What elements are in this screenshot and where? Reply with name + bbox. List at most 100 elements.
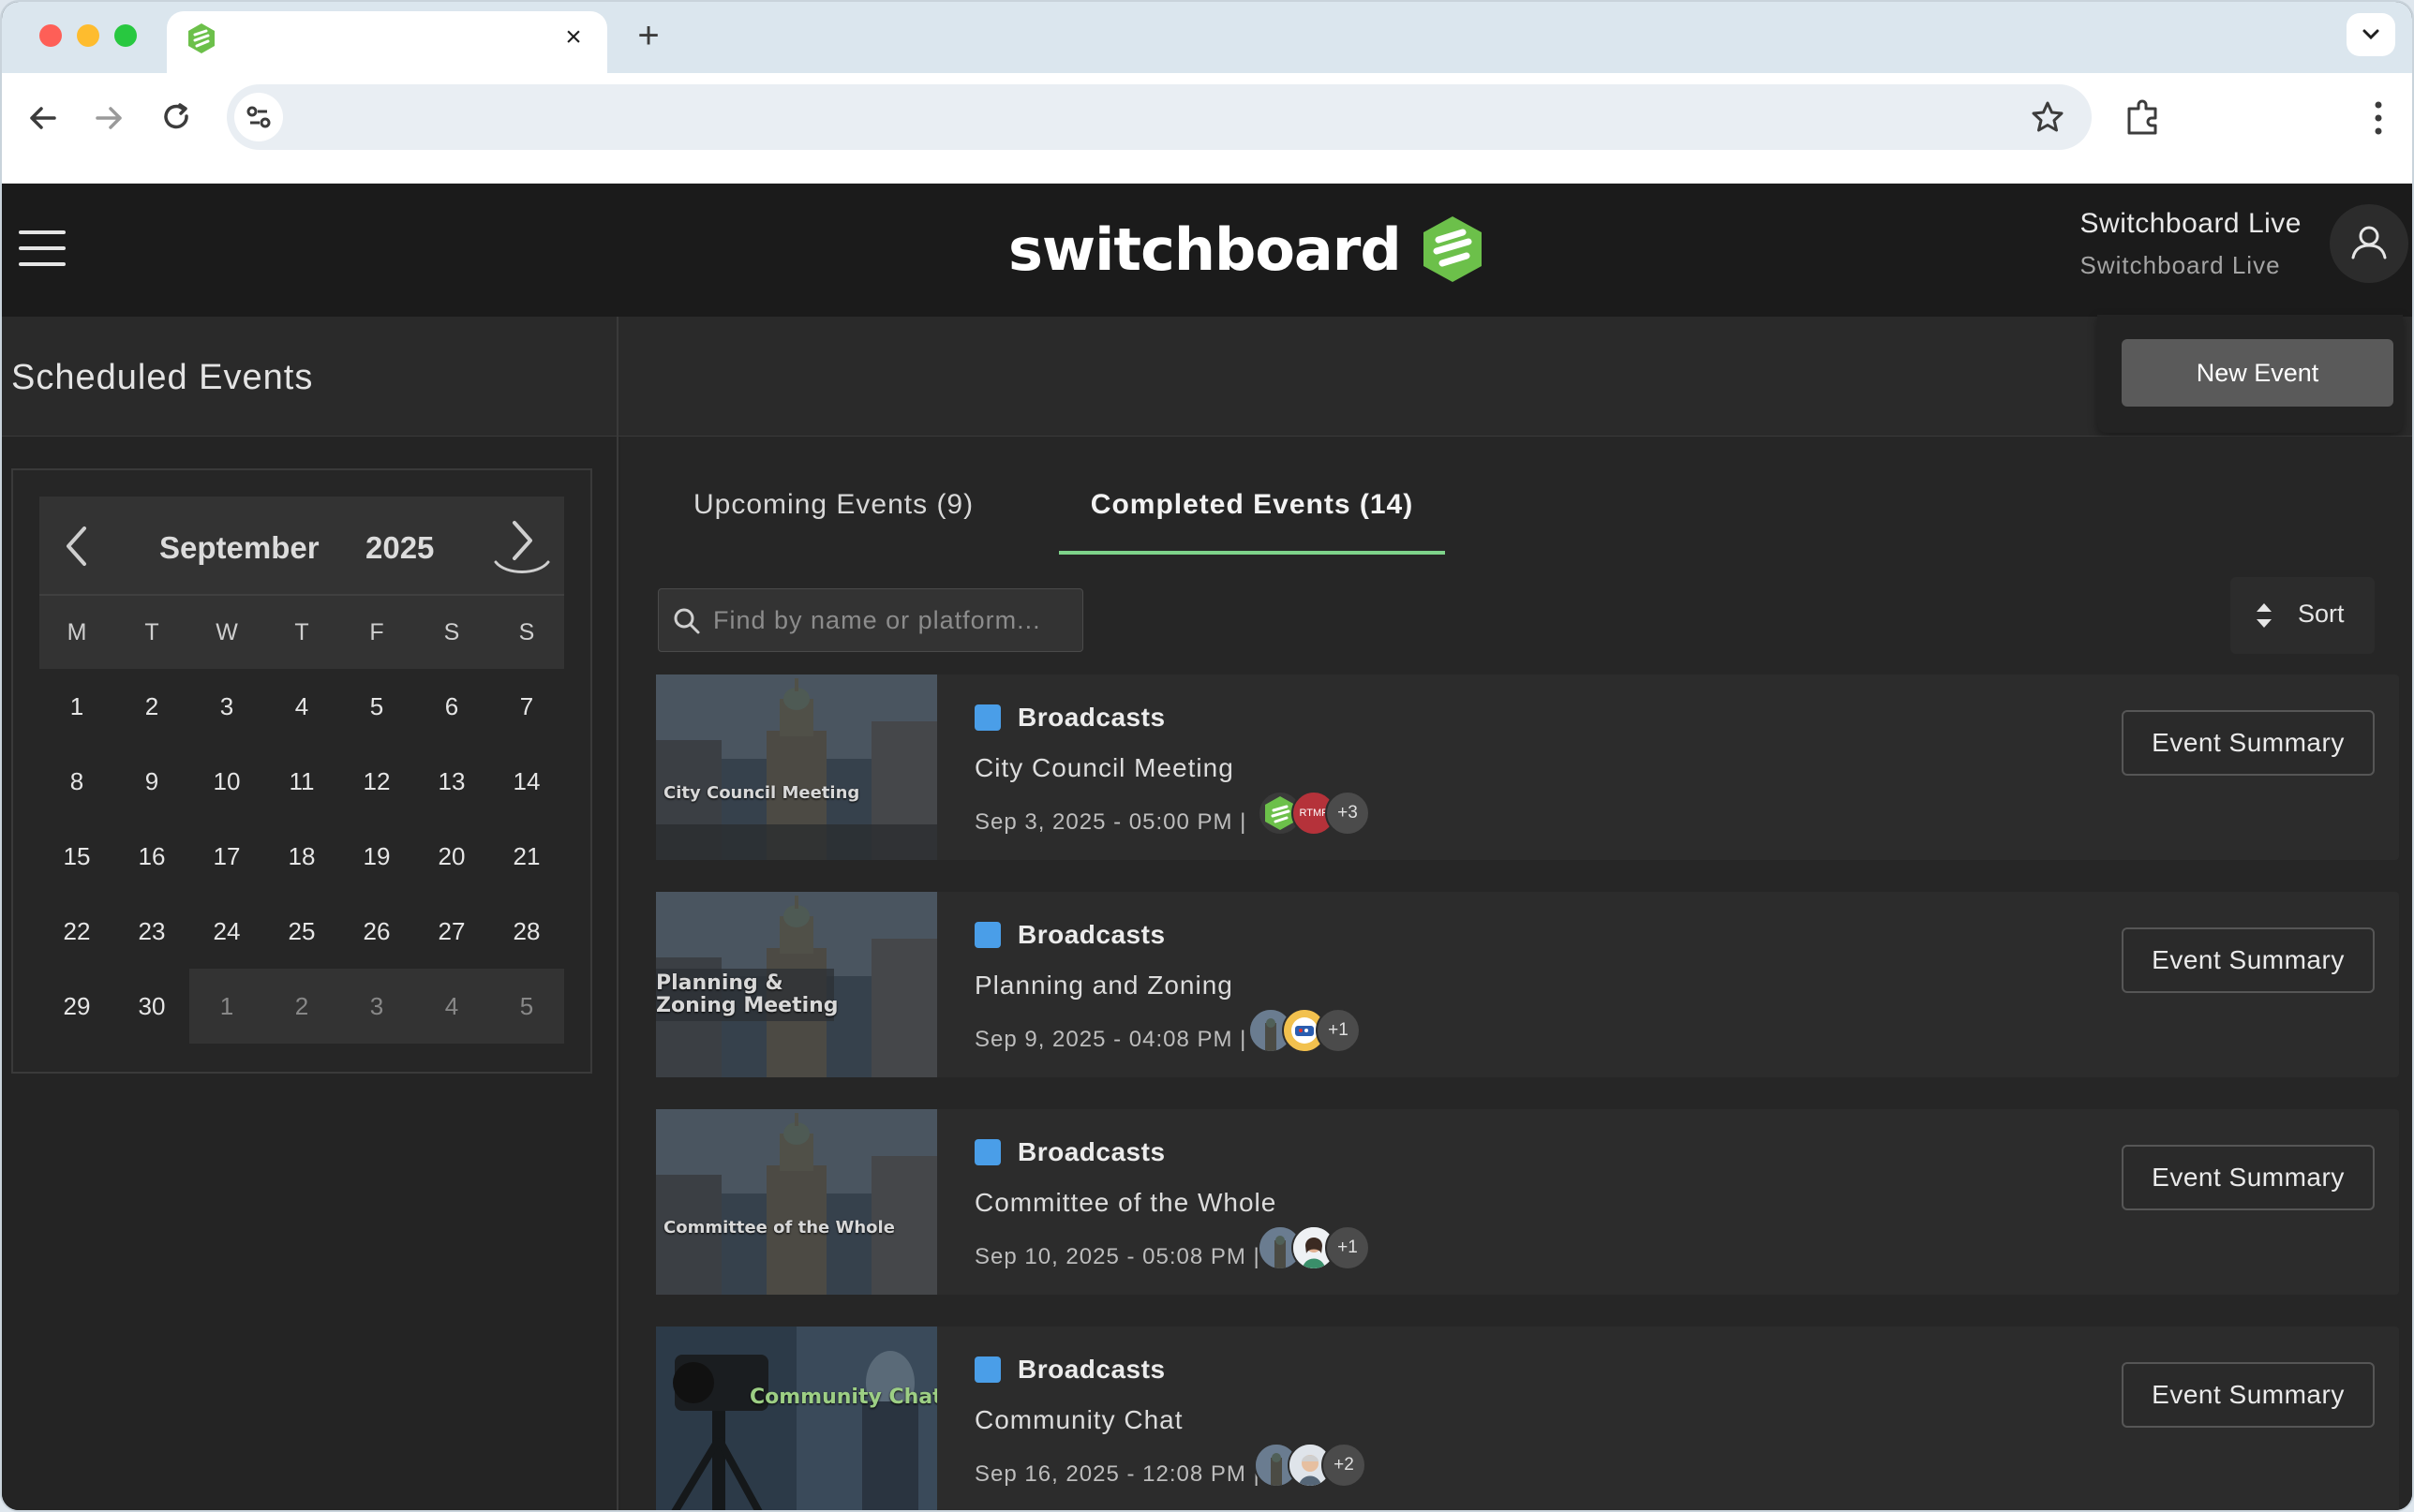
more-destinations-badge[interactable]: +1 [1325, 1225, 1370, 1270]
calendar-day-next-month[interactable]: 4 [414, 969, 489, 1044]
sort-icon [2257, 603, 2272, 628]
calendar-day[interactable]: 18 [264, 819, 339, 894]
user-info[interactable]: Switchboard Live Switchboard Live [2080, 208, 2302, 280]
event-date: Sep 3, 2025 - 05:00 PM | [975, 809, 1247, 835]
sort-button[interactable]: Sort [2230, 577, 2375, 654]
calendar-day[interactable]: 21 [489, 819, 564, 894]
chevron-right-icon[interactable] [489, 513, 555, 579]
event-name[interactable]: Community Chat [975, 1405, 1184, 1435]
user-account-button[interactable] [2330, 204, 2408, 283]
event-card[interactable]: City Council Meeting Broadcasts City Cou… [656, 674, 2399, 860]
event-name[interactable]: Planning and Zoning [975, 971, 1233, 1001]
calendar-day[interactable]: 28 [489, 894, 564, 969]
event-thumbnail[interactable]: Planning & Zoning Meeting [656, 892, 937, 1077]
minimize-window-button[interactable] [77, 24, 99, 47]
event-card[interactable]: Committee of the Whole Broadcasts Commit… [656, 1109, 2399, 1295]
event-card[interactable]: Planning & Zoning Meeting Broadcasts Pla… [656, 892, 2399, 1077]
calendar-day[interactable]: 1 [39, 669, 114, 744]
calendar-day[interactable]: 8 [39, 744, 114, 819]
event-summary-button[interactable]: Event Summary [2122, 710, 2375, 776]
event-name[interactable]: City Council Meeting [975, 753, 1234, 783]
calendar-day[interactable]: 30 [114, 969, 189, 1044]
calendar-day[interactable]: 16 [114, 819, 189, 894]
calendar-day[interactable]: 2 [114, 669, 189, 744]
event-summary-button[interactable]: Event Summary [2122, 927, 2375, 993]
calendar-day[interactable]: 24 [189, 894, 264, 969]
calendar-day-next-month[interactable]: 1 [189, 969, 264, 1044]
calendar-month[interactable]: September [159, 530, 320, 566]
calendar-day[interactable]: 9 [114, 744, 189, 819]
tab-completed-events[interactable]: Completed Events (14) [1059, 489, 1445, 555]
calendar-day[interactable]: 22 [39, 894, 114, 969]
event-name[interactable]: Committee of the Whole [975, 1188, 1276, 1218]
building-thumbnail-image [656, 1109, 937, 1295]
calendar-day[interactable]: 23 [114, 894, 189, 969]
chevron-left-icon[interactable] [60, 523, 92, 570]
tab-search-button[interactable] [2347, 13, 2395, 56]
reload-icon[interactable] [154, 96, 199, 141]
site-info-button[interactable] [234, 93, 283, 141]
calendar-day[interactable]: 6 [414, 669, 489, 744]
thumbnail-caption: City Council Meeting [663, 783, 860, 803]
more-destinations-badge[interactable]: +2 [1321, 1443, 1366, 1488]
browser-menu-icon[interactable] [2373, 99, 2384, 137]
calendar-day[interactable]: 19 [339, 819, 414, 894]
back-icon[interactable] [21, 96, 66, 141]
event-thumbnail[interactable]: Committee of the Whole [656, 1109, 937, 1295]
calendar-day[interactable]: 29 [39, 969, 114, 1044]
switchboard-favicon-icon [188, 23, 215, 53]
category-label: Broadcasts [1018, 703, 1166, 732]
calendar-year[interactable]: 2025 [365, 530, 434, 566]
calendar-day[interactable]: 17 [189, 819, 264, 894]
calendar-day-next-month[interactable]: 3 [339, 969, 414, 1044]
forward-icon[interactable] [86, 96, 131, 141]
calendar-day[interactable]: 15 [39, 819, 114, 894]
app-root: switchboard Switchboard Live Switchboard… [2, 184, 2412, 1510]
event-category: Broadcasts [975, 703, 1166, 733]
category-label: Broadcasts [1018, 1137, 1166, 1166]
calendar-day-next-month[interactable]: 5 [489, 969, 564, 1044]
calendar-day[interactable]: 3 [189, 669, 264, 744]
browser-tab[interactable]: × [167, 11, 607, 73]
category-label: Broadcasts [1018, 1355, 1166, 1384]
calendar-day[interactable]: 25 [264, 894, 339, 969]
calendar-day[interactable]: 4 [264, 669, 339, 744]
event-thumbnail[interactable]: City Council Meeting [656, 674, 937, 860]
calendar-day[interactable]: 20 [414, 819, 489, 894]
calendar-day[interactable]: 10 [189, 744, 264, 819]
close-window-button[interactable] [39, 24, 62, 47]
event-card[interactable]: Community Chat with the Mayor Broadcasts… [656, 1327, 2399, 1510]
weekday-label: F [369, 619, 384, 645]
calendar-day[interactable]: 14 [489, 744, 564, 819]
category-label: Broadcasts [1018, 920, 1166, 949]
more-destinations-badge[interactable]: +1 [1316, 1008, 1361, 1053]
new-tab-button[interactable]: + [628, 15, 669, 56]
more-destinations-badge[interactable]: +3 [1325, 791, 1370, 836]
tab-close-button[interactable]: × [557, 21, 590, 54]
weekday-label: M [67, 619, 87, 645]
extensions-icon[interactable] [2122, 96, 2165, 139]
logo-text: switchboard [1008, 215, 1402, 284]
address-bar[interactable] [227, 84, 2092, 150]
search-input[interactable] [713, 589, 1069, 651]
event-summary-button[interactable]: Event Summary [2122, 1145, 2375, 1210]
calendar-day[interactable]: 5 [339, 669, 414, 744]
event-date: Sep 9, 2025 - 04:08 PM | [975, 1027, 1247, 1052]
switchboard-logo[interactable]: switchboard [1008, 212, 1485, 287]
calendar-day[interactable]: 12 [339, 744, 414, 819]
calendar-day[interactable]: 26 [339, 894, 414, 969]
new-event-button[interactable]: New Event [2122, 339, 2393, 407]
calendar-day[interactable]: 11 [264, 744, 339, 819]
calendar-day[interactable]: 27 [414, 894, 489, 969]
calendar-day[interactable]: 7 [489, 669, 564, 744]
event-thumbnail[interactable]: Community Chat with the Mayor [656, 1327, 937, 1510]
tab-upcoming-events[interactable]: Upcoming Events (9) [693, 489, 974, 555]
user-organization: Switchboard Live [2079, 251, 2281, 279]
bookmark-star-icon[interactable] [2030, 99, 2065, 135]
calendar-day-next-month[interactable]: 2 [264, 969, 339, 1044]
maximize-window-button[interactable] [114, 24, 137, 47]
event-summary-button[interactable]: Event Summary [2122, 1362, 2375, 1428]
calendar-day[interactable]: 13 [414, 744, 489, 819]
menu-icon[interactable] [19, 230, 66, 266]
weekday-label: S [518, 619, 535, 645]
